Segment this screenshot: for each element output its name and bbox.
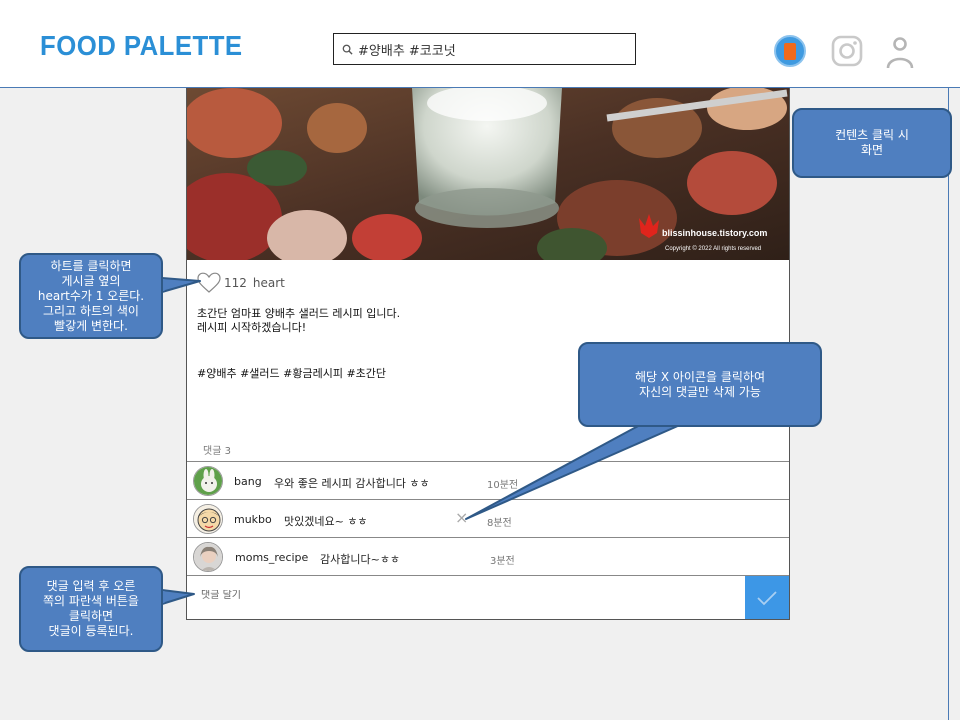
search-icon	[342, 44, 353, 55]
delete-comment-icon[interactable]: ×	[455, 510, 468, 526]
post-image[interactable]: blissinhouse.tistory.com Copyright © 202…	[187, 88, 789, 260]
watermark-copyright: Copyright © 2022 All rights reserved	[665, 245, 761, 252]
comment-username[interactable]: moms_recipe	[235, 551, 308, 564]
like-count: 112	[224, 276, 247, 290]
annotation-comment: 댓글 입력 후 오른 쪽의 파란색 버튼을 클릭하면 댓글이 등록된다.	[19, 566, 163, 652]
comment-username[interactable]: bang	[234, 475, 262, 488]
comment-time: 3분전	[490, 556, 515, 567]
user-icon[interactable]	[884, 36, 916, 70]
submit-comment-button[interactable]	[745, 576, 789, 619]
annotation-content-click: 컨텐츠 클릭 시 화면	[792, 108, 952, 178]
like-label: heart	[252, 276, 285, 290]
header: FOOD PALETTE	[0, 0, 960, 88]
comment-time: 10분전	[487, 480, 519, 491]
search-input[interactable]	[358, 41, 618, 57]
instagram-icon[interactable]	[831, 35, 863, 67]
app-icon[interactable]	[774, 35, 806, 67]
avatar[interactable]	[193, 466, 223, 496]
comment-list: bang 우와 좋은 레시피 감사합니다 ㅎㅎ 10분전 mukbo 맛있겠네요…	[187, 461, 789, 573]
comment-text: 우와 좋은 레시피 감사합니다 ㅎㅎ	[274, 477, 430, 490]
comment-text: 감사합니다~ㅎㅎ	[320, 553, 401, 566]
search-box[interactable]	[333, 33, 636, 65]
post-text-line: 초간단 엄마표 양배추 샐러드 레시피 입니다.	[197, 307, 401, 320]
heart-icon[interactable]	[197, 272, 221, 294]
comment-count: 댓글 3	[203, 446, 231, 457]
comment-input[interactable]	[201, 590, 721, 601]
comment-item: bang 우와 좋은 레시피 감사합니다 ㅎㅎ 10분전	[187, 461, 789, 499]
post-body: 초간단 엄마표 양배추 샐러드 레시피 입니다. 레시피 시작하겠습니다!	[197, 307, 400, 335]
comment-item: mukbo 맛있겠네요~ ㅎㅎ × 8분전	[187, 499, 789, 537]
comment-username[interactable]: mukbo	[234, 513, 272, 526]
avatar[interactable]	[193, 542, 223, 572]
watermark-site: blissinhouse.tistory.com	[662, 228, 767, 238]
comment-text: 맛있겠네요~ ㅎㅎ	[284, 515, 368, 528]
avatar[interactable]	[193, 504, 223, 534]
comment-time: 8분전	[487, 518, 512, 529]
post-tags[interactable]: #양배추 #샐러드 #황금레시피 #초간단	[197, 365, 386, 381]
annotation-delete: 해당 X 아이콘을 클릭하여 자신의 댓글만 삭제 가능	[578, 342, 822, 427]
check-icon	[757, 590, 777, 605]
page-edge	[948, 88, 949, 720]
comment-item: moms_recipe 감사합니다~ㅎㅎ 3분전	[187, 537, 789, 573]
comment-input-row	[187, 575, 789, 619]
annotation-heart: 하트를 클릭하면 게시글 옆의 heart수가 1 오른다. 그리고 하트의 색…	[19, 253, 163, 339]
logo[interactable]: FOOD PALETTE	[40, 30, 243, 62]
post-text-line: 레시피 시작하겠습니다!	[197, 321, 307, 334]
like-row: 112 heart	[197, 272, 285, 294]
